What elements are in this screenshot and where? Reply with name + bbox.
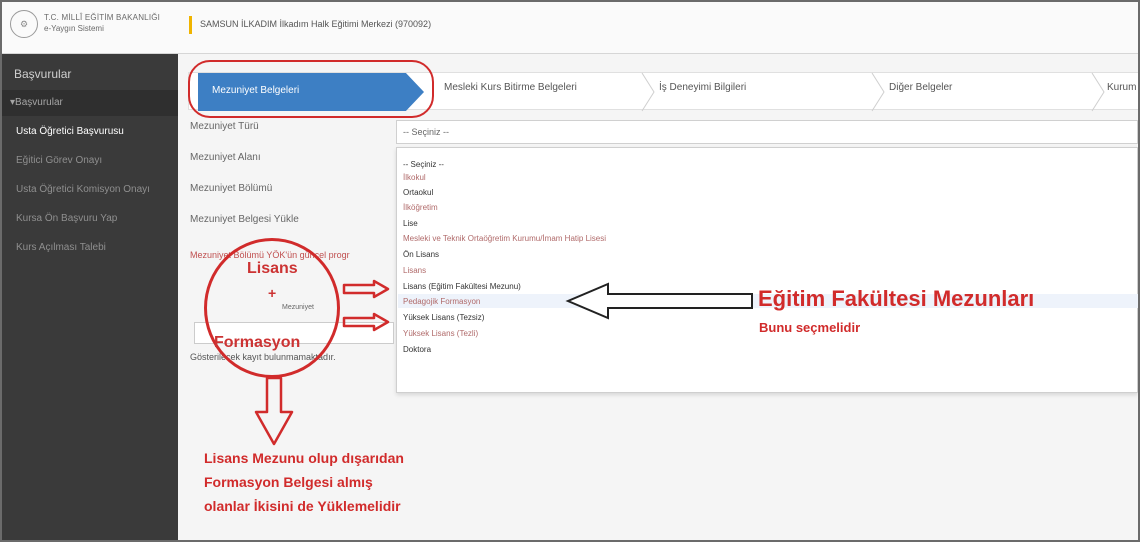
sidebar: Başvurular ▾Başvurular Usta Öğretici Baş… [2,54,178,540]
option-mesleki-teknik[interactable]: Mesleki ve Teknik Ortaöğretim Kurumu/İma… [403,234,606,243]
tab-is-deneyimi[interactable]: İş Deneyimi Bilgileri [659,82,746,93]
sidebar-item-kurs-acilmasi[interactable]: Kurs Açılması Talebi [16,242,106,253]
label-mezuniyet-turu: Mezuniyet Türü [190,121,259,132]
header-divider [189,16,192,34]
tab-diger-belgeler[interactable]: Diğer Belgeler [889,82,952,93]
option-yuksek-lisans-tezli[interactable]: Yüksek Lisans (Tezli) [403,329,478,338]
annotation-circle [204,238,340,378]
mezuniyet-turu-dropdown: -- Seçiniz -- İlkokul Ortaokul İlköğreti… [396,147,1138,393]
bottom-note-line1: Lisans Mezunu olup dışarıdan [204,450,404,466]
sidebar-title: Başvurular [14,67,72,81]
sidebar-group-basvurular[interactable]: ▾Başvurular [2,90,178,116]
option-ortaokul[interactable]: Ortaokul [403,188,433,197]
sidebar-item-on-basvuru[interactable]: Kursa Ön Başvuru Yap [16,213,117,224]
sidebar-item-usta-ogretici-basvurusu[interactable]: Usta Öğretici Başvurusu [16,126,124,137]
annotation-plus: + [268,285,277,301]
mezuniyet-turu-select[interactable]: -- Seçiniz -- [396,120,1138,144]
option-ilkogretim[interactable]: İlköğretim [403,203,438,212]
annotation-bottom-note: Lisans Mezunu olup dışarıdan Formasyon B… [204,446,504,518]
option-lisans-egitim-fakultesi[interactable]: Lisans (Eğitim Fakültesi Mezunu) [403,282,521,291]
bottom-note-line2: Formasyon Belgesi almış [204,474,373,490]
tab-mesleki-kurs[interactable]: Mesleki Kurs Bitirme Belgeleri [444,82,577,93]
option-on-lisans[interactable]: Ön Lisans [403,250,439,259]
label-mezuniyet-bolumu: Mezuniyet Bölümü [190,183,273,194]
annotation-bunu-secmelidir: Bunu seçmelidir [759,320,861,335]
option-seciniz[interactable]: -- Seçiniz -- [403,160,444,169]
sidebar-item-egitici-gorev-onayi[interactable]: Eğitici Görev Onayı [16,155,102,166]
option-doktora[interactable]: Doktora [403,345,431,354]
annotation-formasyon: Formasyon [214,334,301,351]
annotation-small-mezuniyet: Mezuniyet [282,304,314,311]
annotation-lisans: Lisans [247,260,298,277]
option-pedagojik-formasyon[interactable]: Pedagojik Formasyon [403,297,480,306]
top-header: ⚙ T.C. MİLLÎ EĞİTİM BAKANLIĞI e-Yaygın S… [2,2,1138,54]
option-ilkokul[interactable]: İlkokul [403,173,426,182]
org-name: T.C. MİLLÎ EĞİTİM BAKANLIĞI [44,13,161,22]
tab-kurum[interactable]: Kurum [1107,82,1136,93]
highlight-oval-tab [188,60,434,118]
label-mezuniyet-alani: Mezuniyet Alanı [190,152,261,163]
meb-logo-icon: ⚙ [10,10,38,38]
sidebar-group-label: ▾Başvurular [10,97,63,108]
system-name: e-Yaygın Sistemi [44,24,104,33]
sidebar-item-komisyon-onayi[interactable]: Usta Öğretici Komisyon Onayı [16,184,150,195]
institution-title: SAMSUN İLKADIM İlkadım Halk Eğitimi Merk… [200,19,432,29]
label-belge-yukle: Mezuniyet Belgesi Yükle [190,214,299,225]
option-lise[interactable]: Lise [403,219,418,228]
option-yuksek-lisans-tezsiz[interactable]: Yüksek Lisans (Tezsiz) [403,313,484,322]
screenshot-frame: ⚙ T.C. MİLLÎ EĞİTİM BAKANLIĞI e-Yaygın S… [0,0,1140,542]
option-lisans[interactable]: Lisans [403,266,426,275]
bottom-note-line3: olanlar İkisini de Yüklemelidir [204,498,401,514]
select-value: -- Seçiniz -- [403,127,450,137]
annotation-egitim-fakultesi: Eğitim Fakültesi Mezunları [758,286,1035,311]
